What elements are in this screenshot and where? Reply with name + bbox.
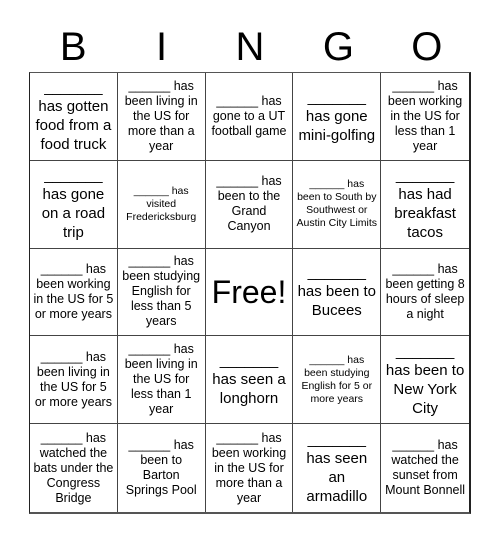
bingo-cell[interactable]: ______ has been living in the US for les… [117, 336, 206, 425]
bingo-cell[interactable]: ______ has watched the bats under the Co… [30, 424, 118, 512]
bingo-cell[interactable]: ______ has been working in the US for le… [381, 73, 469, 161]
cell-text: _______ has gone mini-golfing [298, 88, 376, 144]
bingo-cell[interactable]: ______ has gone to a UT football game [205, 73, 294, 161]
bingo-cell[interactable]: ______ has been to Barton Springs Pool [118, 424, 206, 512]
cell-text: ______ has been to Barton Springs Pool [125, 438, 197, 498]
cell-text: ______ has been studying English for les… [122, 254, 201, 329]
cell-text: ______ has been working in the US for mo… [211, 430, 287, 505]
cell-text: _______ has had breakfast tacos [394, 167, 456, 242]
bingo-cell[interactable]: ______ has been to South by Southwest or… [293, 160, 382, 249]
bingo-cell[interactable]: ______ has been working in the US for mo… [206, 424, 294, 512]
cell-text: ______ has been to the Grand Canyon [216, 174, 282, 234]
cell-text: ______ has been getting 8 hours of sleep… [385, 261, 465, 321]
cell-text: ______ has been studying English for 5 o… [301, 353, 373, 405]
bingo-cell[interactable]: _______ has gone mini-golfing [293, 73, 382, 161]
bingo-header: B I N G O [29, 22, 471, 72]
cell-text: ______ has been working in the US for le… [387, 78, 463, 153]
cell-text: ______ has watched the sunset from Mount… [385, 438, 466, 498]
free-space-text: Free! [211, 273, 287, 310]
header-letter-i: I [156, 25, 168, 69]
bingo-cell[interactable]: _______ has gotten food from a food truc… [30, 73, 118, 161]
cell-text: _______ has gotten food from a food truc… [35, 79, 112, 154]
header-letter-n: N [235, 25, 265, 69]
bingo-card-grid: _______ has gotten food from a food truc… [29, 72, 471, 514]
bingo-cell[interactable]: ______ has been working in the US for 5 … [30, 248, 118, 337]
bingo-cell[interactable]: ______ has been studying English for 5 o… [293, 336, 382, 425]
bingo-cell[interactable]: _______ has seen an armadillo [293, 424, 382, 512]
bingo-cell[interactable]: _______ has had breakfast tacos [381, 161, 469, 249]
header-letter-b: B [59, 25, 87, 69]
bingo-cell[interactable]: ______ has been living in the US for mor… [117, 73, 206, 161]
bingo-cell[interactable]: ______ has been getting 8 hours of sleep… [381, 249, 469, 337]
bingo-cell[interactable]: _______ has been to New York City [381, 336, 469, 425]
cell-text: _______ has been to Bucees [297, 264, 376, 320]
cell-text: ______ has been living in the US for 5 o… [34, 349, 112, 409]
cell-text: ______ has been working in the US for 5 … [33, 261, 114, 321]
free-space-cell[interactable]: Free! [205, 248, 294, 337]
cell-text: ______ has gone to a UT football game [211, 93, 287, 138]
cell-text: ______ has watched the bats under the Co… [33, 430, 114, 505]
bingo-cell[interactable]: _______ has gone on a road trip [30, 160, 118, 249]
cell-text: ______ has visited Fredericksburg [126, 184, 197, 223]
cell-text: ______ has been living in the US for mor… [124, 78, 198, 153]
bingo-cell[interactable]: ______ has been to the Grand Canyon [205, 160, 294, 249]
bingo-cell[interactable]: ______ has been studying English for les… [117, 248, 206, 337]
bingo-cell[interactable]: _______ has been to Bucees [293, 248, 382, 337]
header-letter-g: G [322, 25, 354, 69]
bingo-cell[interactable]: ______ has watched the sunset from Mount… [381, 424, 469, 512]
bingo-cell[interactable]: _______ has seen a longhorn [205, 336, 294, 425]
cell-text: _______ has seen an armadillo [306, 431, 368, 506]
cell-text: _______ has gone on a road trip [41, 167, 106, 242]
header-letter-o: O [411, 25, 443, 69]
cell-text: ______ has been to South by Southwest or… [296, 178, 378, 230]
cell-text: _______ has seen a longhorn [212, 352, 286, 408]
bingo-cell[interactable]: ______ has been living in the US for 5 o… [30, 336, 118, 425]
bingo-cell[interactable]: ______ has visited Fredericksburg [117, 160, 206, 249]
cell-text: _______ has been to New York City [385, 342, 465, 417]
cell-text: ______ has been living in the US for les… [124, 342, 198, 417]
